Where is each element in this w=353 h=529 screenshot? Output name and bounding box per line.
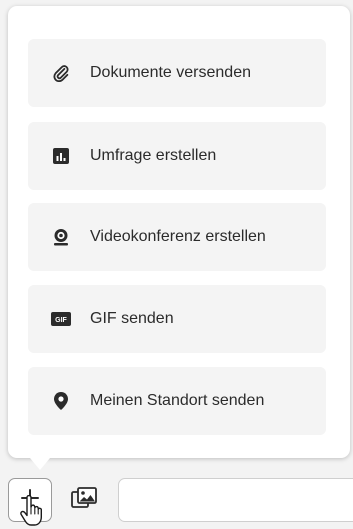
svg-text:GIF: GIF bbox=[55, 317, 67, 324]
attachment-menu-popup: Dokumente versenden Umfrage erstellen Vi… bbox=[8, 6, 350, 470]
composer-bar bbox=[0, 470, 353, 529]
plus-icon bbox=[20, 488, 40, 513]
menu-item-label: Umfrage erstellen bbox=[90, 147, 217, 164]
chat-composer-view: Dokumente versenden Umfrage erstellen Vi… bbox=[0, 0, 353, 529]
popup-caret bbox=[30, 458, 50, 470]
menu-item-send-documents[interactable]: Dokumente versenden bbox=[28, 39, 326, 107]
menu-item-label: GIF senden bbox=[90, 310, 174, 327]
menu-item-label: Videokonferenz erstellen bbox=[90, 228, 266, 245]
menu-item-create-video-conference[interactable]: Videokonferenz erstellen bbox=[28, 203, 326, 271]
webcam-icon bbox=[50, 226, 72, 248]
image-gallery-icon bbox=[71, 486, 97, 514]
menu-item-label: Dokumente versenden bbox=[90, 64, 251, 81]
location-pin-icon bbox=[50, 390, 72, 412]
poll-icon bbox=[50, 145, 72, 167]
menu-item-create-poll[interactable]: Umfrage erstellen bbox=[28, 122, 326, 190]
image-gallery-button[interactable] bbox=[64, 480, 104, 520]
menu-item-send-gif[interactable]: GIF GIF senden bbox=[28, 285, 326, 353]
attach-plus-button[interactable] bbox=[8, 478, 52, 522]
menu-item-label: Meinen Standort senden bbox=[90, 392, 265, 409]
message-input[interactable] bbox=[118, 478, 353, 522]
menu-item-send-location[interactable]: Meinen Standort senden bbox=[28, 367, 326, 435]
gif-icon: GIF bbox=[50, 308, 72, 330]
paperclip-icon bbox=[50, 62, 72, 84]
